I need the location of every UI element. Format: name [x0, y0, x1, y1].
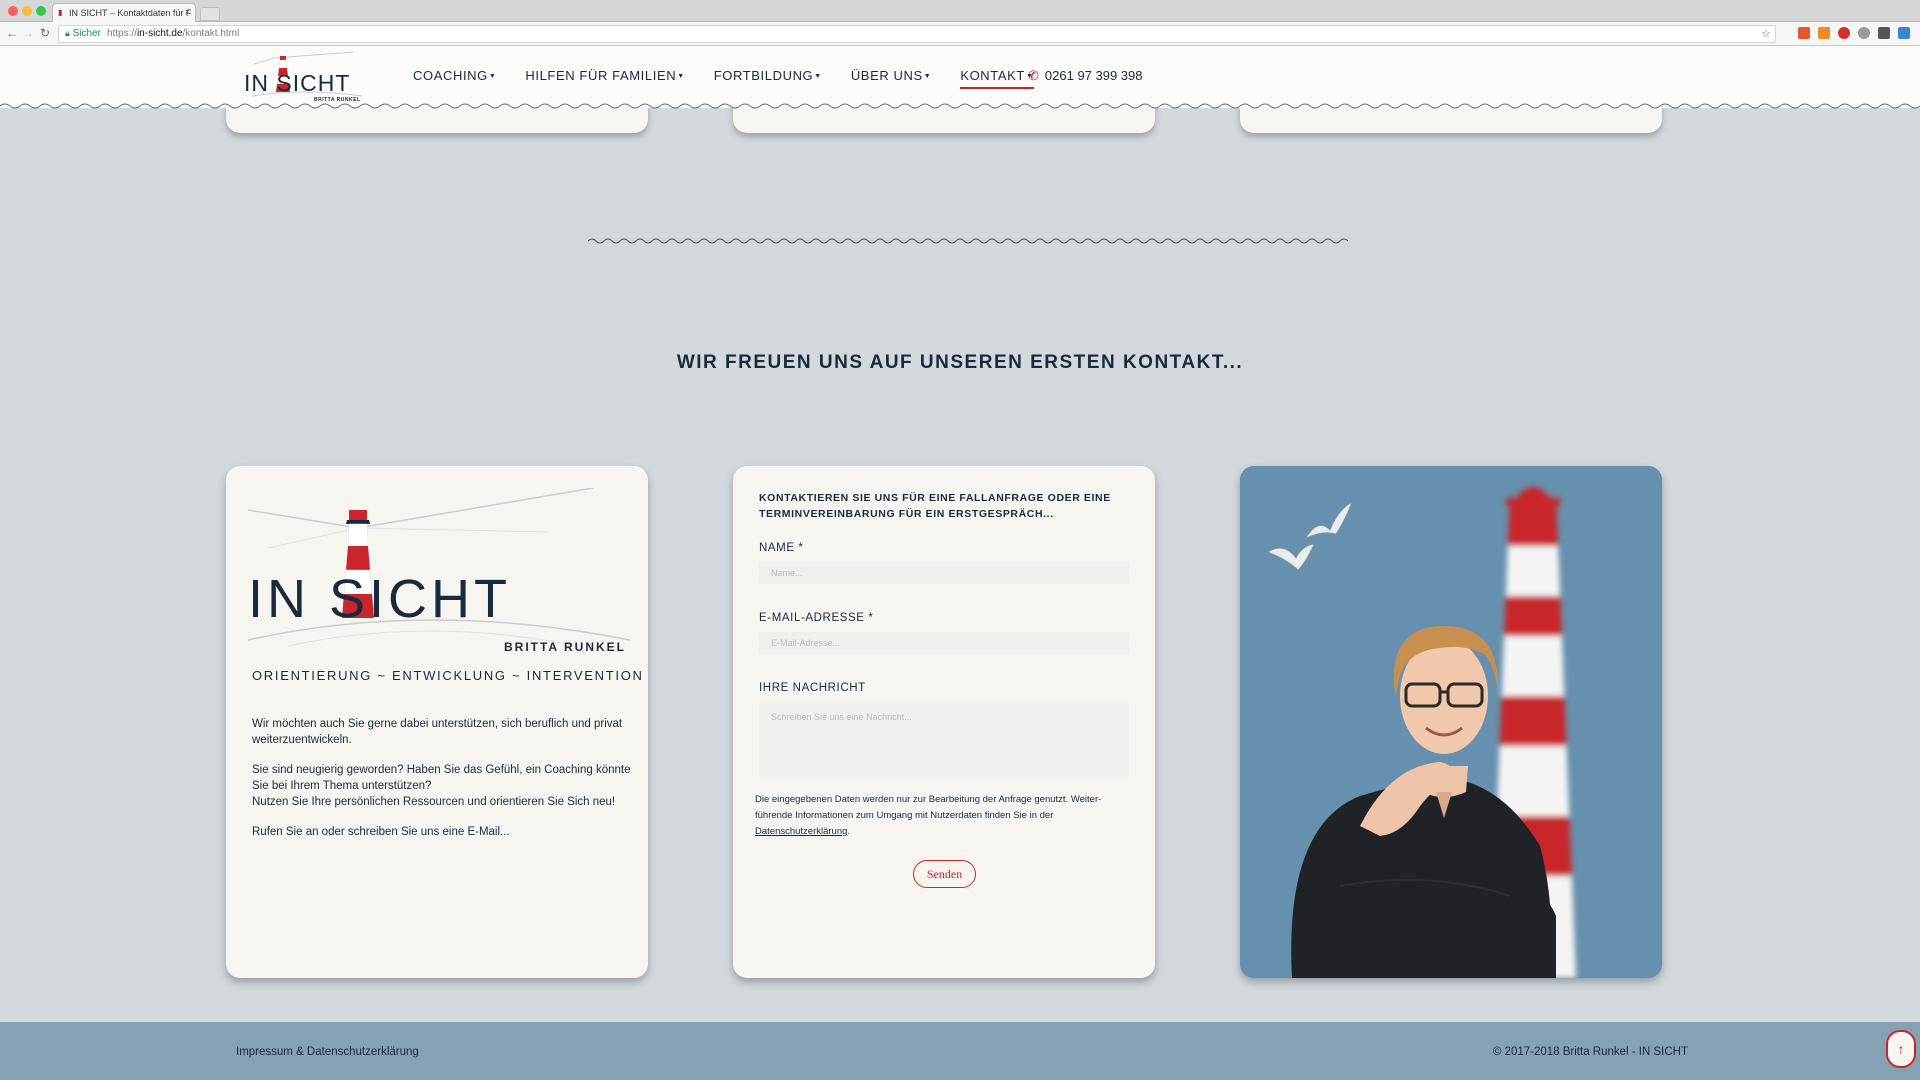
intro-text: Wir möchten auch Sie gerne dabei unterst…: [252, 716, 632, 854]
intro-sentence: Sie sind neugierig geworden? Haben Sie d…: [252, 764, 631, 792]
name-input[interactable]: [759, 562, 1129, 584]
url-scheme: https://: [106, 28, 137, 39]
browser-tab-bar: ▮ IN SICHT – Kontaktdaten für F ×: [0, 0, 1920, 22]
intro-paragraph: Wir möchten auch Sie gerne dabei unterst…: [252, 718, 623, 746]
main-navigation: COACHING▼ HILFEN FÜR FAMILIEN▼ FORTBILDU…: [413, 68, 1063, 89]
section-wave-divider: [588, 238, 1348, 244]
privacy-policy-link[interactable]: Datenschutzerklärung: [755, 826, 847, 837]
intro-sentence: Nutzen Sie Ihre persönlichen Ressourcen …: [252, 796, 616, 808]
footer-copyright: © 2017-2018 Britta Runkel - IN SICHT: [1492, 1046, 1688, 1058]
brand-logo-subtitle: BRITTA RUNKEL: [504, 640, 626, 654]
portrait-photo: [1240, 466, 1662, 978]
extension-icon[interactable]: [1838, 27, 1850, 39]
form-intro: KONTAKTIEREN SIE UNS FÜR EINE FALLANFRAG…: [759, 492, 1111, 520]
arrow-up-icon: ↑: [1897, 1041, 1905, 1057]
nav-label: FORTBILDUNG: [713, 68, 814, 83]
tagline: ORIENTIERUNG ~ ENTWICKLUNG ~ INTERVENTIO…: [252, 668, 644, 683]
nav-item-kontakt[interactable]: KONTAKT▼: [960, 68, 1034, 89]
address-bar[interactable]: 🔒︎ Sicher https://in-sicht.de/kontakt.htm…: [58, 25, 1776, 43]
nav-item-coaching[interactable]: COACHING▼: [413, 68, 496, 89]
header-phone-link[interactable]: ✆ 0261 97 399 398: [1028, 68, 1143, 84]
browser-tab-active[interactable]: ▮ IN SICHT – Kontaktdaten für F ×: [52, 3, 196, 22]
secure-label: Sicher: [72, 28, 101, 39]
nav-item-fortbildung[interactable]: FORTBILDUNG▼: [714, 68, 822, 89]
reload-icon[interactable]: ↻: [40, 26, 50, 40]
nav-label: HILFEN FÜR FAMILIEN: [525, 68, 677, 83]
privacy-note: Die eingegebenen Daten werden nur zur Be…: [755, 792, 1135, 840]
nav-label: KONTAKT: [960, 68, 1025, 83]
caret-down-icon: ▼: [814, 73, 822, 80]
url-host: in-sicht.de: [136, 28, 183, 39]
nav-label: ÜBER UNS: [850, 68, 923, 83]
extension-icon[interactable]: [1878, 27, 1890, 39]
site-footer: Impressum & Datenschutzerklärung © 2017-…: [0, 1022, 1920, 1080]
send-button[interactable]: Senden: [913, 860, 976, 888]
tab-close-icon[interactable]: ×: [185, 7, 190, 17]
window-maximize-button[interactable]: [36, 6, 46, 16]
section-title: WIR FREUEN UNS AUF UNSEREN ERSTEN KONTAK…: [676, 352, 1244, 373]
browser-toolbar: ← → ↻ 🔒︎ Sicher https://in-sicht.de/konta…: [0, 22, 1920, 46]
tab-title: IN SICHT – Kontaktdaten für F: [69, 8, 192, 18]
nav-label: COACHING: [413, 68, 488, 83]
url-path: /kontakt.html: [182, 28, 240, 39]
intro-paragraph: Sie sind neugierig geworden? Haben Sie d…: [252, 762, 632, 810]
caret-down-icon: ▼: [677, 73, 685, 80]
email-label: E-MAIL-ADRESSE *: [759, 612, 874, 624]
nav-item-hilfen-fuer-familien[interactable]: HILFEN FÜR FAMILIEN▼: [525, 68, 684, 89]
privacy-text: Die eingegebenen Daten werden nur zur Be…: [755, 794, 1102, 821]
window-close-button[interactable]: [8, 6, 18, 16]
email-input[interactable]: [759, 632, 1129, 654]
contact-form-card: KONTAKTIEREN SIE UNS FÜR EINE FALLANFRAG…: [733, 466, 1155, 978]
scroll-to-top-button[interactable]: ↑: [1886, 1030, 1916, 1068]
portrait-card: [1240, 466, 1662, 978]
extension-icon[interactable]: [1898, 27, 1910, 39]
extension-icon[interactable]: [1818, 27, 1830, 39]
phone-icon: ✆: [1028, 68, 1039, 83]
extension-icon[interactable]: [1858, 27, 1870, 39]
extension-icon[interactable]: [1798, 27, 1810, 39]
privacy-period: .: [847, 826, 851, 837]
forward-arrow-icon[interactable]: →: [22, 26, 34, 40]
intro-card: IN SICHT BRITTA RUNKEL ORIENTIERUNG ~ EN…: [226, 466, 648, 978]
logo-text: IN SICHT: [244, 70, 351, 96]
brand-logo-text: IN SICHT: [248, 569, 512, 629]
site-logo[interactable]: IN SICHT BRITTA RUNKEL: [244, 50, 370, 106]
footer-imprint-link[interactable]: Impressum & Datenschutzerklärung: [236, 1046, 419, 1058]
caret-down-icon: ▼: [923, 73, 932, 80]
window-minimize-button[interactable]: [22, 6, 32, 16]
star-icon[interactable]: ☆: [1761, 27, 1771, 40]
message-label: IHRE NACHRICHT: [759, 682, 866, 694]
message-textarea[interactable]: [759, 702, 1129, 778]
nav-item-ueber-uns[interactable]: ÜBER UNS▼: [851, 68, 932, 89]
caret-down-icon: ▼: [488, 73, 497, 80]
name-label: NAME *: [759, 542, 804, 554]
favicon-icon: ▮: [58, 8, 63, 17]
brand-logo: IN SICHT: [248, 488, 630, 647]
back-arrow-icon[interactable]: ←: [6, 26, 18, 40]
new-tab-button[interactable]: [200, 7, 220, 21]
logo-subtitle: BRITTA RUNKEL: [314, 97, 361, 103]
lock-icon: 🔒︎: [65, 28, 70, 38]
phone-number: 0261 97 399 398: [1044, 68, 1143, 83]
intro-paragraph: Rufen Sie an oder schreiben Sie uns eine…: [252, 826, 510, 838]
